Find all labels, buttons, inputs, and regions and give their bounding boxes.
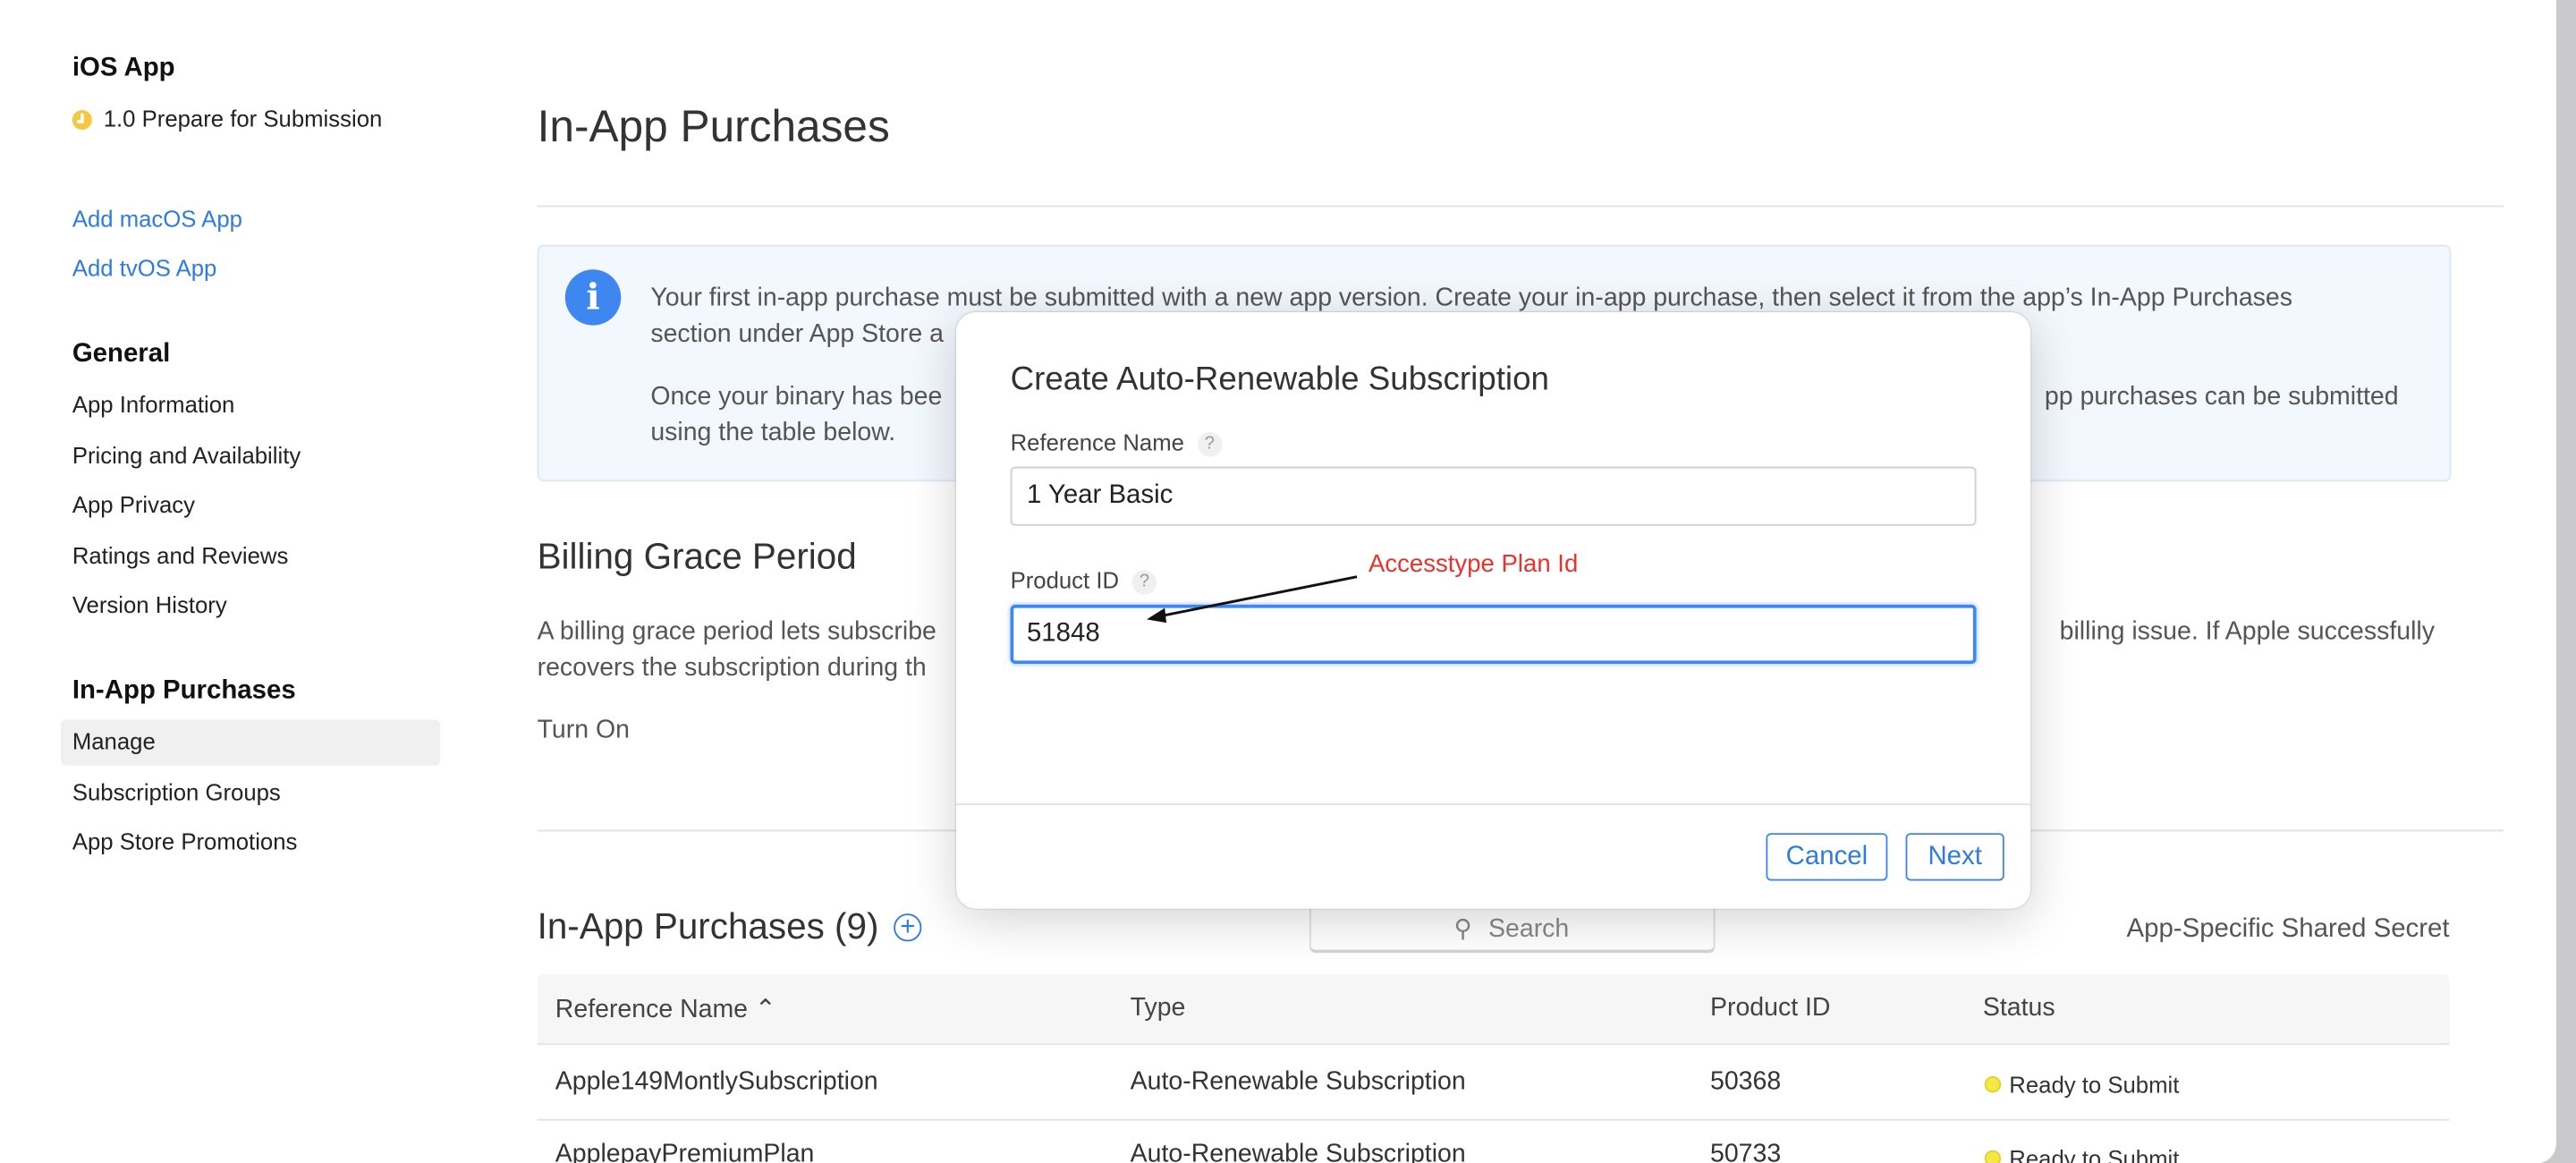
column-type[interactable]: Type xyxy=(1131,994,1186,1023)
billing-text: A billing grace period lets subscribe xyxy=(537,617,936,646)
sidebar-item-app-privacy[interactable]: App Privacy xyxy=(72,491,195,517)
dialog-divider xyxy=(955,803,2031,805)
column-status[interactable]: Status xyxy=(1983,994,2055,1023)
sidebar-item-version-history[interactable]: Version History xyxy=(72,591,227,617)
info-text: using the table below. xyxy=(650,419,896,447)
divider xyxy=(537,205,2504,208)
version-status[interactable]: 1.0 Prepare for Submission xyxy=(104,106,383,132)
info-text: pp purchases can be submitted xyxy=(2044,382,2399,412)
status-dot-icon xyxy=(1984,1076,2002,1093)
info-icon: i xyxy=(564,269,622,326)
row-type: Auto-Renewable Subscription xyxy=(1130,1067,1466,1097)
column-reference-name[interactable]: Reference Name ⌃ xyxy=(555,994,776,1025)
billing-text: recovers the subscription during th xyxy=(537,654,927,683)
sidebar-item-promotions[interactable]: App Store Promotions xyxy=(72,828,298,854)
turn-on-link[interactable]: Turn On xyxy=(538,717,630,746)
sidebar-item-manage[interactable]: Manage xyxy=(72,728,156,754)
page-title: In-App Purchases xyxy=(537,101,890,151)
sidebar-heading-iap: In-App Purchases xyxy=(72,676,296,705)
billing-text: billing issue. If Apple successfully xyxy=(2059,617,2435,646)
shared-secret-link[interactable]: App-Specific Shared Secret xyxy=(2127,915,2450,945)
next-button[interactable]: Next xyxy=(1905,833,2004,881)
annotation-arrow-icon xyxy=(1147,575,1358,624)
add-macos-app-link[interactable]: Add macOS App xyxy=(72,206,242,232)
sidebar-heading-general: General xyxy=(72,340,171,369)
search-placeholder: Search xyxy=(1488,915,1570,944)
status-dot-icon xyxy=(1984,1150,2002,1163)
create-subscription-dialog: Create Auto-Renewable Subscription Refer… xyxy=(955,311,2031,909)
sidebar-item-subscription-groups[interactable]: Subscription Groups xyxy=(72,779,281,805)
clock-icon xyxy=(72,110,92,131)
billing-heading: Billing Grace Period xyxy=(537,535,857,577)
row-status: Ready to Submit xyxy=(2009,1071,2180,1098)
row-divider xyxy=(537,1118,2450,1121)
cancel-button[interactable]: Cancel xyxy=(1766,833,1888,881)
add-tvos-app-link[interactable]: Add tvOS App xyxy=(72,255,217,281)
row-product-id: 50733 xyxy=(1710,1140,1782,1163)
iap-list-heading: In-App Purchases (9) xyxy=(537,905,879,947)
sidebar-item-ratings[interactable]: Ratings and Reviews xyxy=(72,542,289,568)
row-product-id: 50368 xyxy=(1710,1067,1782,1097)
row-name-link[interactable]: Apple149MontlySubscription xyxy=(555,1068,878,1098)
add-iap-button[interactable]: + xyxy=(894,913,922,942)
info-text: Once your binary has bee xyxy=(650,382,943,412)
sidebar-app-title: iOS App xyxy=(72,54,175,82)
sidebar-item-app-information[interactable]: App Information xyxy=(72,391,235,417)
search-icon: ⚲ xyxy=(1453,915,1472,944)
info-text: section under App Store a xyxy=(650,320,944,349)
table-header xyxy=(537,974,2450,1046)
app-window: iOS App 1.0 Prepare for Submission Add m… xyxy=(0,0,2556,1163)
info-text: Your first in-app purchase must be submi… xyxy=(650,284,2292,312)
row-type: Auto-Renewable Subscription xyxy=(1130,1140,1466,1163)
sidebar-item-pricing[interactable]: Pricing and Availability xyxy=(72,442,301,468)
column-product-id[interactable]: Product ID xyxy=(1710,994,1831,1023)
row-name-link[interactable]: ApplepayPremiumPlan xyxy=(555,1141,815,1163)
row-status: Ready to Submit xyxy=(2009,1145,2180,1163)
